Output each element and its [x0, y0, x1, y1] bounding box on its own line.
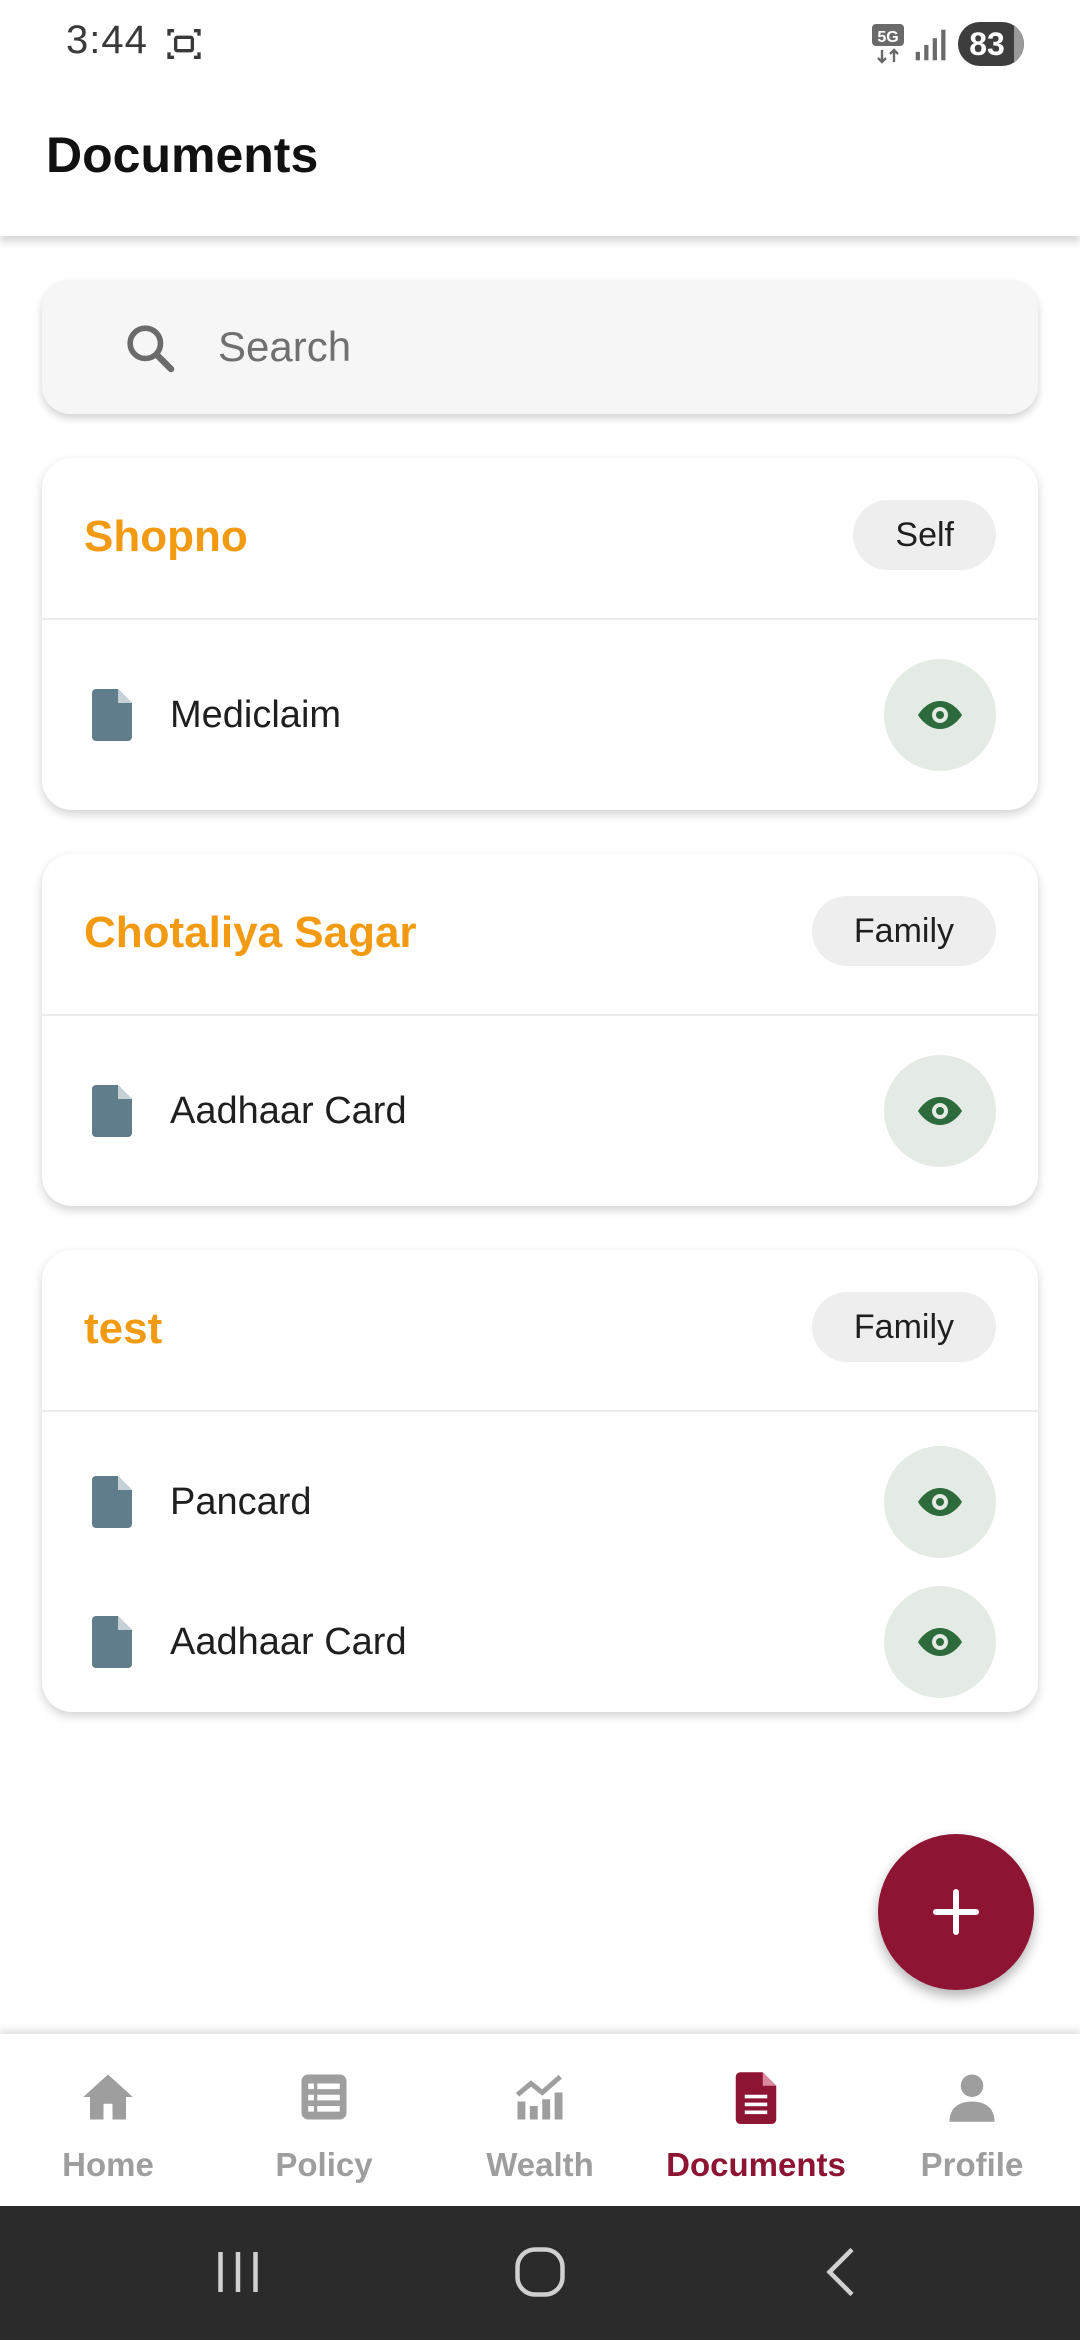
member-card-shopno: Shopno Self Mediclaim [42, 458, 1038, 810]
member-name: test [84, 1304, 163, 1353]
network-5g-icon: 5G [872, 24, 904, 64]
nav-label: Profile [920, 2146, 1024, 2183]
document-label: Pancard [170, 1481, 312, 1523]
home-button-icon[interactable] [510, 2242, 570, 2302]
document-label: Aadhaar Card [170, 1090, 407, 1132]
plus-icon [933, 1889, 979, 1935]
status-time: 3:44 [66, 18, 148, 62]
file-icon [92, 1616, 132, 1668]
home-icon [83, 2074, 133, 2120]
system-navigation-bar [0, 2206, 1080, 2340]
file-icon [92, 1476, 132, 1528]
nav-label: Documents [666, 2146, 846, 2183]
document-row-aadhaar-card[interactable]: Aadhaar Card [42, 1586, 1038, 1698]
battery-level: 83 [969, 26, 1005, 62]
nav-item-home[interactable]: Home [0, 2034, 216, 2206]
document-row-mediclaim[interactable]: Mediclaim [42, 620, 1038, 810]
search-bar[interactable] [42, 280, 1038, 414]
view-document-button[interactable] [884, 659, 996, 771]
screenshot-icon [167, 29, 201, 59]
battery-indicator: 83 [958, 22, 1024, 66]
search-icon [127, 325, 175, 373]
relation-badge: Self [853, 500, 996, 570]
nav-label: Home [62, 2146, 154, 2183]
nav-item-policy[interactable]: Policy [216, 2034, 432, 2206]
eye-icon [918, 1097, 962, 1125]
document-icon [735, 2072, 777, 2124]
file-icon [92, 689, 132, 741]
network-type-label: 5G [877, 29, 898, 46]
relation-badge: Family [811, 1292, 996, 1362]
view-document-button[interactable] [884, 1586, 996, 1698]
nav-item-profile[interactable]: Profile [864, 2034, 1080, 2206]
add-document-button[interactable] [878, 1834, 1034, 1990]
list-icon [301, 2074, 347, 2120]
person-icon [949, 2074, 995, 2122]
view-document-button[interactable] [884, 1446, 996, 1558]
chart-icon [515, 2074, 563, 2120]
search-input[interactable] [218, 310, 998, 384]
signal-icon [915, 29, 946, 61]
card-header: Shopno Self [42, 458, 1038, 620]
card-header: test Family [42, 1250, 1038, 1412]
page-title: Documents [46, 127, 319, 183]
relation-badge: Family [811, 896, 996, 966]
bottom-navigation: Home Policy Wealth Documents Profile [0, 2034, 1080, 2206]
document-label: Mediclaim [170, 694, 342, 736]
file-icon [92, 1085, 132, 1137]
document-row-pancard[interactable]: Pancard [42, 1412, 1038, 1592]
member-card-chotaliya-sagar: Chotaliya Sagar Family Aadhaar Card [42, 854, 1038, 1206]
status-bar: 3:44 5G 83 [0, 0, 1080, 86]
view-document-button[interactable] [884, 1055, 996, 1167]
document-label: Aadhaar Card [170, 1621, 407, 1663]
documents-screen: 3:44 5G 83 Documents Search Shopno Self … [0, 0, 1080, 2340]
app-bar: Documents [0, 86, 1080, 236]
nav-label: Policy [275, 2146, 373, 2183]
recent-apps-icon[interactable] [208, 2242, 268, 2302]
nav-item-documents[interactable]: Documents [648, 2034, 864, 2206]
eye-icon [918, 1488, 962, 1516]
back-icon[interactable] [812, 2242, 872, 2302]
member-name: Chotaliya Sagar [84, 908, 417, 957]
member-name: Shopno [84, 512, 248, 561]
card-header: Chotaliya Sagar Family [42, 854, 1038, 1016]
eye-icon [918, 701, 962, 729]
nav-item-wealth[interactable]: Wealth [432, 2034, 648, 2206]
eye-icon [918, 1628, 962, 1656]
nav-label: Wealth [486, 2146, 594, 2183]
document-row-aadhaar-card[interactable]: Aadhaar Card [42, 1016, 1038, 1206]
member-card-test: test Family Pancard Aadhaar Card [42, 1250, 1038, 1712]
